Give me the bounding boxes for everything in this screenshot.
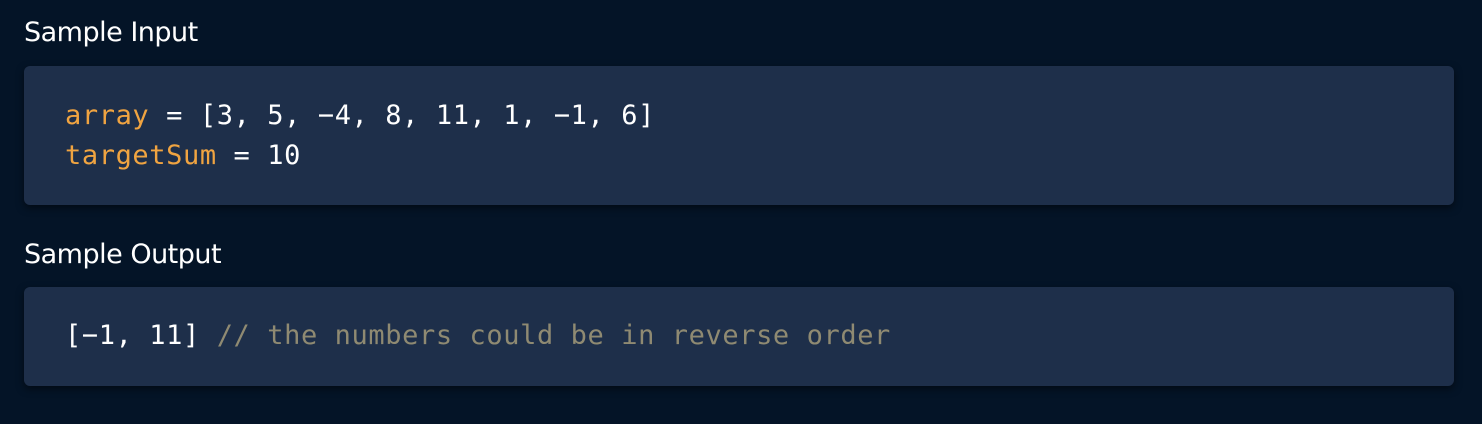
code-line-array: array = [3, 5, −4, 8, 11, 1, −1, 6] <box>65 100 655 131</box>
sample-output-code: [−1, 11] // the numbers could be in reve… <box>65 316 891 356</box>
operator: = <box>216 140 268 171</box>
code-comment: // the numbers could be in reverse order <box>199 320 891 351</box>
sample-output-code-block: [−1, 11] // the numbers could be in reve… <box>24 287 1454 386</box>
sample-output-heading: Sample Output <box>24 239 222 270</box>
operator: = <box>149 100 200 131</box>
code-line-target-sum: targetSum = 10 <box>65 140 301 171</box>
sample-input-code-block: array = [3, 5, −4, 8, 11, 1, −1, 6] targ… <box>24 66 1454 205</box>
sample-input-code: array = [3, 5, −4, 8, 11, 1, −1, 6] targ… <box>65 96 655 176</box>
output-value: [−1, 11] <box>65 320 200 351</box>
variable-value: 10 <box>267 140 301 171</box>
variable-value: [3, 5, −4, 8, 11, 1, −1, 6] <box>199 100 655 131</box>
sample-input-heading: Sample Input <box>24 17 198 48</box>
variable-name: array <box>65 100 150 131</box>
variable-name: targetSum <box>65 140 217 171</box>
